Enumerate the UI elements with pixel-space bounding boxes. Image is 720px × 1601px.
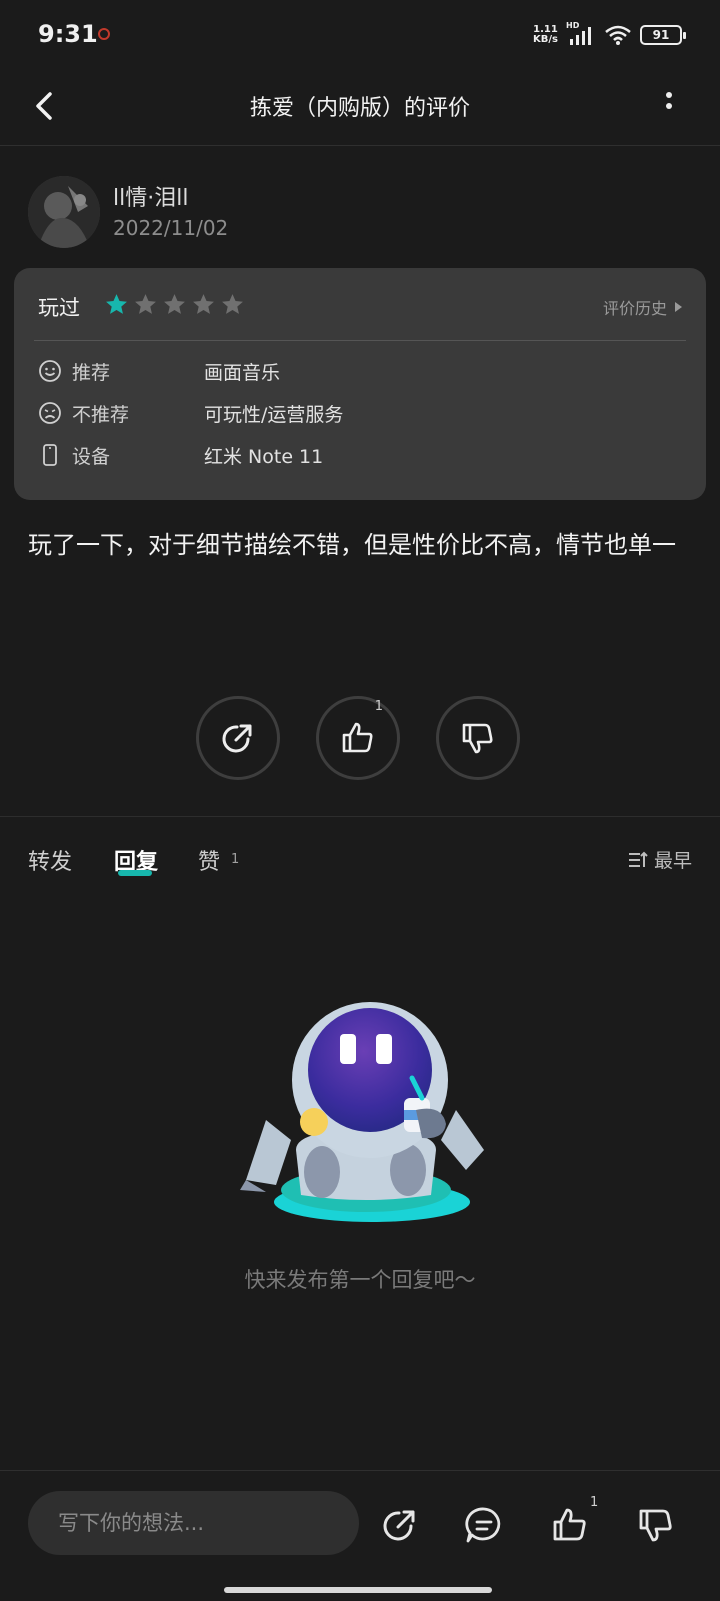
- share-icon: [383, 1510, 415, 1541]
- wifi-icon: [605, 25, 631, 45]
- star-filled-icon: [106, 294, 127, 314]
- page-title: 拣爱（内购版）的评价: [249, 96, 470, 121]
- recommend-value: 画面音乐: [204, 361, 281, 384]
- star-rating: [104, 292, 245, 317]
- tab-repost[interactable]: 转发: [28, 844, 72, 876]
- bottom-like-button[interactable]: [550, 1505, 590, 1545]
- frown-icon: [39, 402, 61, 424]
- rating-history-label: 评价历史: [602, 299, 667, 318]
- avatar-image: [28, 176, 100, 248]
- device-label: 设备: [72, 445, 111, 468]
- bottom-dislike-button[interactable]: [636, 1505, 676, 1545]
- status-indicators: 1.11 KB/s HD 91: [533, 21, 686, 48]
- like-count: 1: [374, 699, 383, 714]
- comment-input[interactable]: [28, 1491, 359, 1555]
- status-bar: 9:31 1.11 KB/s HD 91: [0, 0, 720, 70]
- battery-level: 91: [652, 28, 670, 42]
- more-options-button[interactable]: [664, 92, 674, 116]
- robot-mascot-icon: [240, 1002, 484, 1222]
- not-recommend-value: 可玩性/运营服务: [204, 403, 344, 426]
- thumbs-up-icon: [342, 722, 373, 753]
- share-icon: [222, 724, 252, 753]
- section-divider: [0, 816, 720, 817]
- review-text: 玩了一下，对于细节描绘不错，但是性价比不高，情节也单一: [28, 531, 676, 559]
- signal-icon: HD: [566, 21, 596, 46]
- triangle-right-icon: [675, 302, 682, 312]
- home-indicator[interactable]: [224, 1587, 492, 1593]
- smile-icon: [39, 360, 61, 382]
- network-speed: 1.11 KB/s: [533, 25, 558, 45]
- device-value: 红米 Note 11: [204, 445, 324, 468]
- review-date: 2022/11/02: [113, 216, 229, 240]
- review-detail-page: 9:31 1.11 KB/s HD 91 拣爱（内购版）的评价 ll情·泪ll …: [0, 0, 720, 1601]
- bottom-comment-button[interactable]: [464, 1505, 504, 1545]
- status-time: 9:31: [38, 20, 98, 48]
- username[interactable]: ll情·泪ll: [113, 180, 188, 212]
- star-empty-icon: [193, 294, 214, 314]
- played-label: 玩过: [38, 296, 80, 320]
- not-recommend-row: 不推荐 可玩性/运营服务: [38, 398, 682, 428]
- rating-card: 玩过 评价历史 推荐 画面音乐 不推荐 可玩性/运营服务 设备 红米 Note …: [14, 268, 706, 500]
- active-tab-indicator: [118, 870, 152, 876]
- thumbs-down-icon: [462, 723, 493, 754]
- share-button[interactable]: [196, 696, 280, 780]
- avatar[interactable]: [28, 176, 100, 248]
- star-empty-icon: [164, 294, 185, 314]
- thumbs-up-icon: [553, 1508, 586, 1541]
- sort-button[interactable]: 最早: [628, 846, 692, 873]
- top-app-bar: 拣爱（内购版）的评价: [0, 70, 720, 146]
- more-dot-icon: [666, 103, 672, 109]
- device-row: 设备 红米 Note 11: [38, 440, 682, 470]
- dislike-button[interactable]: [436, 696, 520, 780]
- empty-state-text: 快来发布第一个回复吧～: [244, 1268, 476, 1292]
- sort-label: 最早: [653, 850, 692, 872]
- bottom-like-count: 1: [590, 1495, 599, 1510]
- phone-icon: [43, 444, 57, 466]
- net-speed-unit: KB/s: [533, 34, 558, 45]
- rating-history-link[interactable]: 评价历史: [603, 295, 682, 319]
- battery-icon: 91: [640, 25, 686, 45]
- recommend-row: 推荐 画面音乐: [38, 356, 682, 386]
- more-dot-icon: [666, 92, 672, 98]
- bottom-share-button[interactable]: [380, 1505, 420, 1545]
- star-empty-icon: [222, 294, 243, 314]
- thumbs-down-icon: [639, 1509, 672, 1542]
- recommend-label: 推荐: [72, 361, 111, 384]
- not-recommend-label: 不推荐: [72, 403, 130, 426]
- like-button[interactable]: 1: [316, 696, 400, 780]
- star-empty-icon: [135, 294, 156, 314]
- notification-icon: [98, 28, 110, 40]
- sort-icon: [628, 851, 648, 867]
- bottom-action-bar: 1: [0, 1470, 720, 1601]
- tab-likes-count: 1: [231, 852, 240, 867]
- card-divider: [34, 340, 686, 341]
- comment-icon: [465, 1507, 501, 1543]
- tab-likes[interactable]: 赞: [198, 844, 220, 876]
